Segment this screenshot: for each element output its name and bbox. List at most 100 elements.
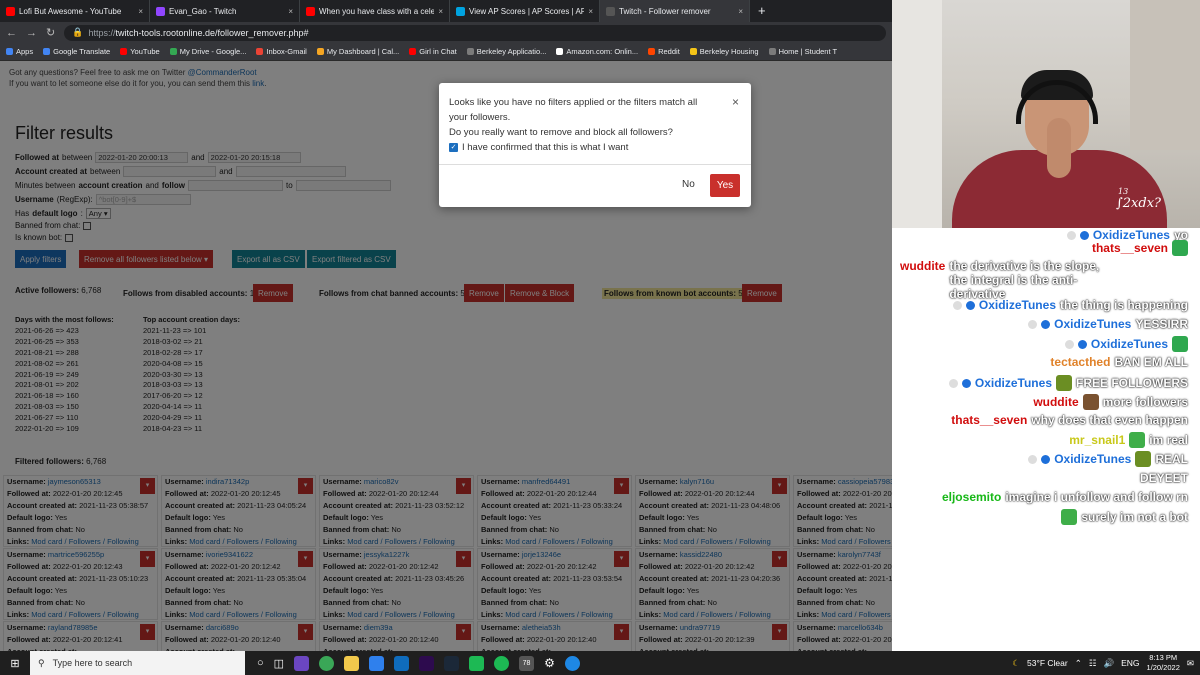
weather-icon: ☾ xyxy=(1012,657,1020,668)
chat-username[interactable]: OxidizeTunes xyxy=(975,376,1052,390)
tab-close-icon[interactable]: × xyxy=(588,7,593,16)
bookmark-item[interactable]: Amazon.com: Onlin... xyxy=(556,47,638,56)
volume-icon[interactable]: 🔊 xyxy=(1103,658,1114,669)
bookmark-item[interactable]: Apps xyxy=(6,47,33,56)
chat-username[interactable]: OxidizeTunes xyxy=(1054,452,1131,466)
chat-username[interactable]: OxidizeTunes xyxy=(1091,337,1168,351)
new-tab-button[interactable]: + xyxy=(750,0,774,22)
chat-username[interactable]: OxidizeTunes xyxy=(979,298,1056,312)
tab-title: Twitch - Follower remover xyxy=(619,6,711,16)
tab-close-icon[interactable]: × xyxy=(738,7,743,16)
taskbar-search[interactable]: ⚲ Type here to search xyxy=(30,651,245,675)
url-field[interactable]: 🔒 https://twitch-tools.rootonline.de/fol… xyxy=(64,24,886,41)
bookmark-item[interactable]: Berkeley Applicatio... xyxy=(466,47,547,56)
windows-start-icon[interactable]: ⊞ xyxy=(0,651,30,675)
no-button[interactable]: No xyxy=(678,175,699,194)
moderator-badge-icon xyxy=(952,300,962,310)
app-icon[interactable] xyxy=(564,655,580,671)
chat-username[interactable]: eljosemito xyxy=(942,490,1001,504)
bookmark-icon xyxy=(556,48,564,55)
shirt-print-math: ∫2xdx? xyxy=(1116,196,1161,211)
chat-username[interactable]: tectacthed xyxy=(1050,355,1110,369)
bookmark-icon xyxy=(768,48,776,55)
chat-username[interactable]: wuddite xyxy=(900,259,945,273)
chat-emote-icon xyxy=(1135,451,1152,467)
language-indicator[interactable]: ENG xyxy=(1121,658,1139,668)
chat-message: OxidizeTunes REAL xyxy=(1028,451,1188,467)
url-prefix: https:// xyxy=(88,27,116,38)
chrome-icon[interactable] xyxy=(319,655,335,671)
tab-title: When you have class with a cele xyxy=(319,6,435,16)
weather-text[interactable]: 53°F Clear xyxy=(1027,658,1068,668)
steam-icon[interactable] xyxy=(444,655,460,671)
notifications-icon[interactable]: ✉ xyxy=(1187,658,1194,669)
tab-close-icon[interactable]: × xyxy=(138,7,143,16)
clock[interactable]: 8:13 PM 1/20/2022 xyxy=(1147,653,1180,673)
bookmark-item[interactable]: My Dashboard | Cal... xyxy=(316,47,400,56)
mail-icon[interactable] xyxy=(394,655,410,671)
bookmark-icon xyxy=(43,48,51,55)
cortana-icon[interactable]: ○ xyxy=(257,657,264,669)
bookmark-item[interactable]: Girl in Chat xyxy=(409,47,457,56)
subscriber-badge-icon xyxy=(965,300,975,310)
bookmark-item[interactable]: Google Translate xyxy=(43,47,110,56)
premiere-icon[interactable] xyxy=(419,655,435,671)
chat-username[interactable]: thats__seven xyxy=(951,413,1027,427)
moderator-badge-icon xyxy=(1028,319,1038,329)
chat-emote-icon xyxy=(1129,432,1146,448)
bookmark-item[interactable]: Inbox-Gmail xyxy=(256,47,307,56)
reload-icon[interactable]: ↻ xyxy=(46,26,55,39)
browser-tab[interactable]: When you have class with a cele × xyxy=(300,0,450,22)
bookmark-item[interactable]: Home | Student T xyxy=(768,47,837,56)
tab-favicon-icon xyxy=(606,6,615,16)
bookmark-label: My Dashboard | Cal... xyxy=(326,47,400,56)
browser-tab[interactable]: Twitch - Follower remover × xyxy=(600,0,750,22)
clock-date: 1/20/2022 xyxy=(1146,663,1180,672)
browser-tab[interactable]: Lofi But Awesome - YouTube × xyxy=(0,0,150,22)
url-text: twitch-tools.rootonline.de/follower_remo… xyxy=(115,27,309,38)
chat-username[interactable]: thats__seven xyxy=(1092,241,1168,255)
back-icon[interactable]: ← xyxy=(6,27,17,39)
bookmark-item[interactable]: Reddit xyxy=(648,47,680,56)
xbox-icon[interactable] xyxy=(469,655,485,671)
close-icon[interactable]: × xyxy=(732,95,739,109)
chat-message: wuddite the derivative is the slope, the … xyxy=(900,259,1188,301)
browser-tab[interactable]: Evan_Gao - Twitch × xyxy=(150,0,300,22)
subscriber-badge-icon xyxy=(1077,339,1087,349)
obs-icon[interactable]: 78 xyxy=(519,655,535,671)
confirm-label: I have confirmed that this is what I wan… xyxy=(462,142,629,153)
bookmark-item[interactable]: YouTube xyxy=(120,47,160,56)
bookmark-item[interactable]: My Drive - Google... xyxy=(169,47,246,56)
yes-button[interactable]: Yes xyxy=(710,174,740,197)
obs-badge: 78 xyxy=(522,659,531,667)
file-explorer-icon[interactable] xyxy=(344,655,360,671)
dialog-line-2: your followers. xyxy=(449,112,511,123)
chat-username[interactable]: mr_snail1 xyxy=(1069,433,1125,447)
confirm-dialog: × Looks like you have no filters applied… xyxy=(439,83,751,207)
moderator-badge-icon xyxy=(1064,339,1074,349)
spotify-icon[interactable] xyxy=(494,655,510,671)
chevron-up-icon[interactable]: ⌃ xyxy=(1075,658,1082,669)
tab-close-icon[interactable]: × xyxy=(288,7,293,16)
bookmark-icon xyxy=(169,48,177,55)
chat-overlay: OxidizeTunes yo thats__seven wuddite the der… xyxy=(892,228,1200,651)
confirm-checkbox[interactable]: ✓ xyxy=(449,143,458,152)
tab-close-icon[interactable]: × xyxy=(438,7,443,16)
lock-icon: 🔒 xyxy=(72,27,84,37)
task-view-icon[interactable]: ◫ xyxy=(274,657,284,670)
bookmarks-bar: Apps Google Translate YouTube My Drive - Go… xyxy=(0,43,892,61)
shirt-print: 13 ∫2xdx? xyxy=(1116,187,1161,211)
store-icon[interactable] xyxy=(369,655,385,671)
network-icon[interactable]: ☷ xyxy=(1089,658,1097,669)
bookmark-label: Berkeley Applicatio... xyxy=(476,47,547,56)
chat-username[interactable]: OxidizeTunes xyxy=(1054,317,1131,331)
chat-username[interactable]: wuddite xyxy=(1033,395,1078,409)
chat-text: why does that even happen xyxy=(1031,413,1188,427)
settings-icon[interactable]: ⚙ xyxy=(544,656,555,670)
discord-icon[interactable] xyxy=(294,655,310,671)
taskbar: ⊞ ⚲ Type here to search ○ ◫ 78 ⚙ ☾ 53°F … xyxy=(0,651,1200,675)
bookmark-item[interactable]: Berkeley Housing xyxy=(689,47,759,56)
forward-icon[interactable]: → xyxy=(26,27,37,39)
browser-tab[interactable]: View AP Scores | AP Scores | AP S × xyxy=(450,0,600,22)
dialog-line-1: Looks like you have no filters applied o… xyxy=(449,97,698,108)
